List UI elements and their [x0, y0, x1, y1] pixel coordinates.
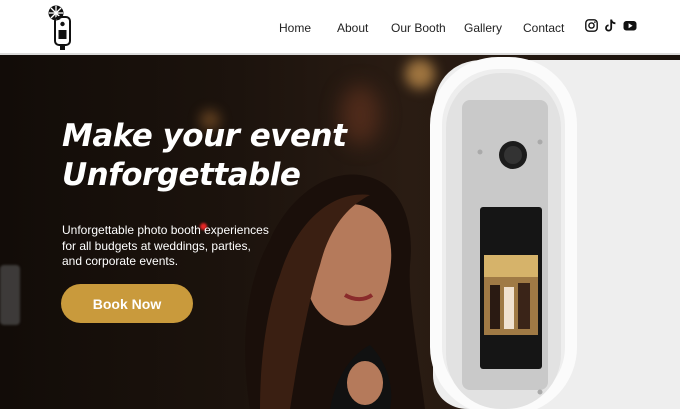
hero-section: Make your event Unforgettable Unforgetta… [0, 55, 680, 409]
nav-item-home[interactable]: Home [279, 20, 311, 36]
tagline-line-2: for all budgets at weddings, parties, [62, 238, 251, 253]
nav-item-about[interactable]: About [337, 20, 368, 36]
instagram-icon[interactable] [585, 19, 598, 32]
headline-line-1: Make your event [62, 118, 347, 154]
hero-tagline: Unforgettable photo booth experiences fo… [62, 223, 292, 270]
tagline-line-1: Unforgettable photo booth experiences [62, 223, 269, 237]
tagline-line-3: and corporate events. [62, 254, 179, 268]
youtube-icon[interactable] [623, 19, 637, 32]
nav-item-gallery[interactable]: Gallery [464, 20, 502, 36]
photo-booth-logo[interactable] [46, 4, 78, 52]
book-now-button[interactable]: Book Now [61, 284, 193, 323]
hero-headline: Make your event Unforgettable [62, 117, 347, 195]
headline-line-2: Unforgettable [62, 157, 301, 193]
photo-booth-device [430, 57, 680, 409]
door-handle [0, 265, 20, 325]
site-header: Home About Our Booth Gallery Contact [0, 0, 680, 55]
tiktok-icon[interactable] [605, 19, 617, 32]
nav-item-contact[interactable]: Contact [523, 20, 564, 36]
nav-item-our-booth[interactable]: Our Booth [391, 20, 446, 36]
